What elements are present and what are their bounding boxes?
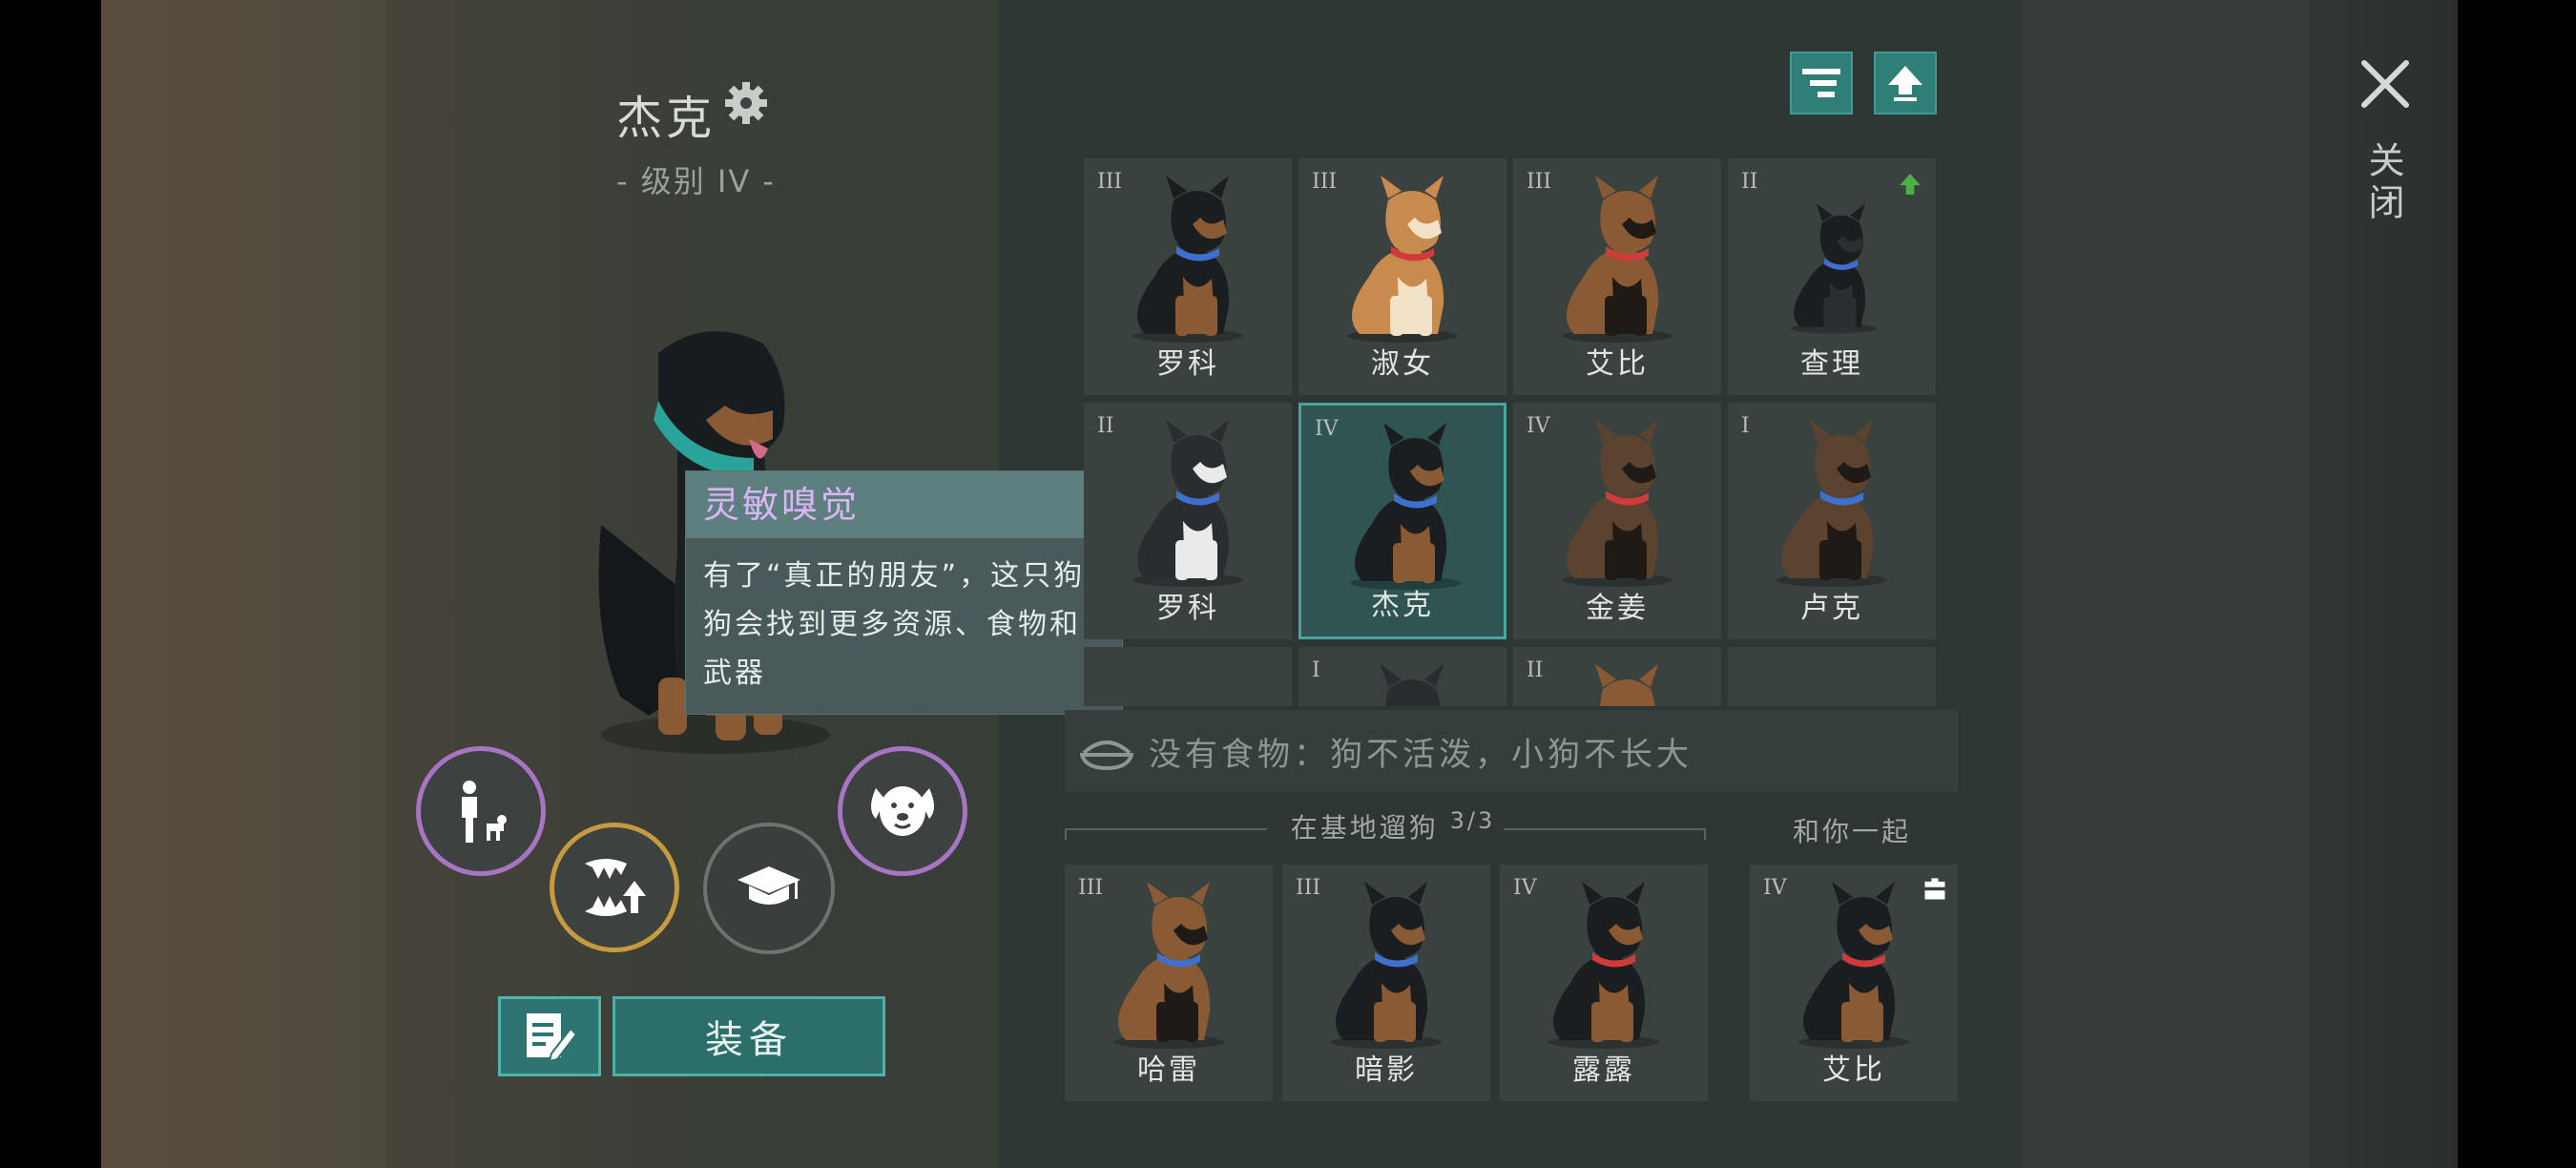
sort-icon xyxy=(1802,69,1840,97)
dog-card[interactable]: IV 金姜 xyxy=(1513,403,1721,639)
dog-sprite xyxy=(1798,882,1909,1049)
dog-sprite xyxy=(1347,176,1458,343)
fangs-upgrade-icon xyxy=(585,859,646,916)
food-status-bar: 没有食物：狗不活泼，小狗不长大 xyxy=(1065,710,1958,792)
dog-card xyxy=(1084,647,1292,706)
upgrade-filter-button[interactable] xyxy=(1874,52,1937,115)
divider xyxy=(1704,828,1706,840)
dog-card[interactable]: I xyxy=(1298,647,1506,706)
kennel-grid: III 罗科 III 淑女 III 艾比 II 查理 II 罗科 IV 杰克 I… xyxy=(1084,158,1939,706)
walk-title: 在基地遛狗 3/3 xyxy=(1288,807,1498,845)
rename-button[interactable] xyxy=(498,996,601,1076)
dog-name-label: 杰克 xyxy=(1371,589,1434,622)
dog-rank: II xyxy=(1097,414,1114,438)
dog-card[interactable]: III 罗科 xyxy=(1084,158,1292,395)
walk-count: 3/3 xyxy=(1449,807,1496,834)
skill-description: 有了“真正的朋友”，这只狗狗会找到更多资源、食物和武器 xyxy=(703,559,1086,690)
divider xyxy=(1065,828,1067,840)
dog-name-label: 卢克 xyxy=(1800,592,1863,625)
dog-card[interactable]: II 查理 xyxy=(1728,158,1936,395)
close-icon[interactable] xyxy=(2357,55,2414,113)
food-status-text: 没有食物：狗不活泼，小狗不长大 xyxy=(1149,735,1693,774)
edit-document-icon xyxy=(527,1013,576,1063)
dog-name-label: 罗科 xyxy=(1156,347,1219,381)
dog-level: - 级别 IV - xyxy=(616,163,776,199)
dog-sprite xyxy=(1132,176,1243,343)
dog-rank: I xyxy=(1312,658,1320,682)
dog-name-label: 罗科 xyxy=(1156,592,1219,625)
backpack-icon xyxy=(1924,878,1945,900)
dog-name-label: 艾比 xyxy=(1822,1053,1885,1087)
upload-arrow-icon xyxy=(1888,66,1922,101)
dog-name-label: 淑女 xyxy=(1371,347,1434,381)
dog-card[interactable]: III 淑女 xyxy=(1298,158,1506,395)
training-button[interactable] xyxy=(703,823,835,954)
dog-card[interactable]: IV 杰克 xyxy=(1298,403,1506,639)
person-with-dog-icon xyxy=(462,781,507,843)
dog-card[interactable]: III 哈雷 xyxy=(1065,865,1273,1101)
walk-with-dog-button[interactable] xyxy=(416,746,546,876)
upgrade-arrow-icon xyxy=(1900,174,1921,195)
divider xyxy=(1065,828,1267,830)
dog-sprite xyxy=(1381,664,1444,706)
dog-card[interactable]: II 罗科 xyxy=(1084,403,1292,639)
walk-title-text: 在基地遛狗 xyxy=(1290,812,1439,844)
dog-sprite xyxy=(1562,176,1672,343)
dog-card[interactable]: II xyxy=(1513,647,1721,706)
food-bowl-icon xyxy=(1080,740,1133,770)
dog-card[interactable]: IV 露露 xyxy=(1500,865,1708,1101)
skill-tooltip: 灵敏嗅觉 有了“真正的朋友”，这只狗狗会找到更多资源、食物和武器 xyxy=(685,470,1123,715)
dog-sprite xyxy=(1548,882,1659,1049)
dog-card[interactable]: III 艾比 xyxy=(1513,158,1721,395)
close-label[interactable]: 关闭 xyxy=(2362,141,2410,225)
upgrade-attack-button[interactable] xyxy=(550,823,679,952)
walk-section-header: 在基地遛狗 3/3 xyxy=(1065,807,1706,851)
dog-name-label: 查理 xyxy=(1800,347,1863,381)
dog-sprite xyxy=(1562,420,1672,587)
dog-info-button[interactable] xyxy=(838,746,967,876)
dog-sprite xyxy=(1790,203,1877,334)
dog-card xyxy=(1728,647,1936,706)
dog-sprite xyxy=(1595,664,1658,706)
gear-icon[interactable] xyxy=(723,80,769,126)
equip-button[interactable]: 装备 xyxy=(613,996,885,1076)
dog-card[interactable]: I 卢克 xyxy=(1728,403,1936,639)
dog-sprite xyxy=(1776,420,1887,587)
sort-button[interactable] xyxy=(1790,52,1853,115)
dog-name-label: 暗影 xyxy=(1355,1053,1418,1087)
dog-sprite xyxy=(1113,882,1224,1049)
dog-rank: I xyxy=(1741,414,1750,438)
dog-card[interactable]: III 暗影 xyxy=(1282,865,1490,1101)
divider xyxy=(1504,828,1706,830)
dog-name-label: 露露 xyxy=(1572,1053,1635,1087)
dog-face-icon xyxy=(871,786,934,836)
dog-name: 杰克 xyxy=(616,92,717,145)
dog-name-label: 艾比 xyxy=(1586,347,1649,381)
graduation-cap-icon xyxy=(737,866,800,905)
side-strip xyxy=(2023,0,2309,1168)
dog-rank: II xyxy=(1527,658,1544,682)
with-you-title: 和你一起 xyxy=(1792,816,1911,847)
skill-title: 灵敏嗅觉 xyxy=(686,471,1122,538)
dog-sprite xyxy=(1331,882,1442,1049)
dog-sprite xyxy=(1132,420,1243,587)
dog-name-label: 金姜 xyxy=(1586,592,1649,625)
dog-rank: II xyxy=(1741,170,1758,194)
dog-card[interactable]: IV 艾比 xyxy=(1750,865,1958,1101)
dog-sprite xyxy=(1350,423,1461,590)
dog-name-label: 哈雷 xyxy=(1137,1053,1200,1087)
